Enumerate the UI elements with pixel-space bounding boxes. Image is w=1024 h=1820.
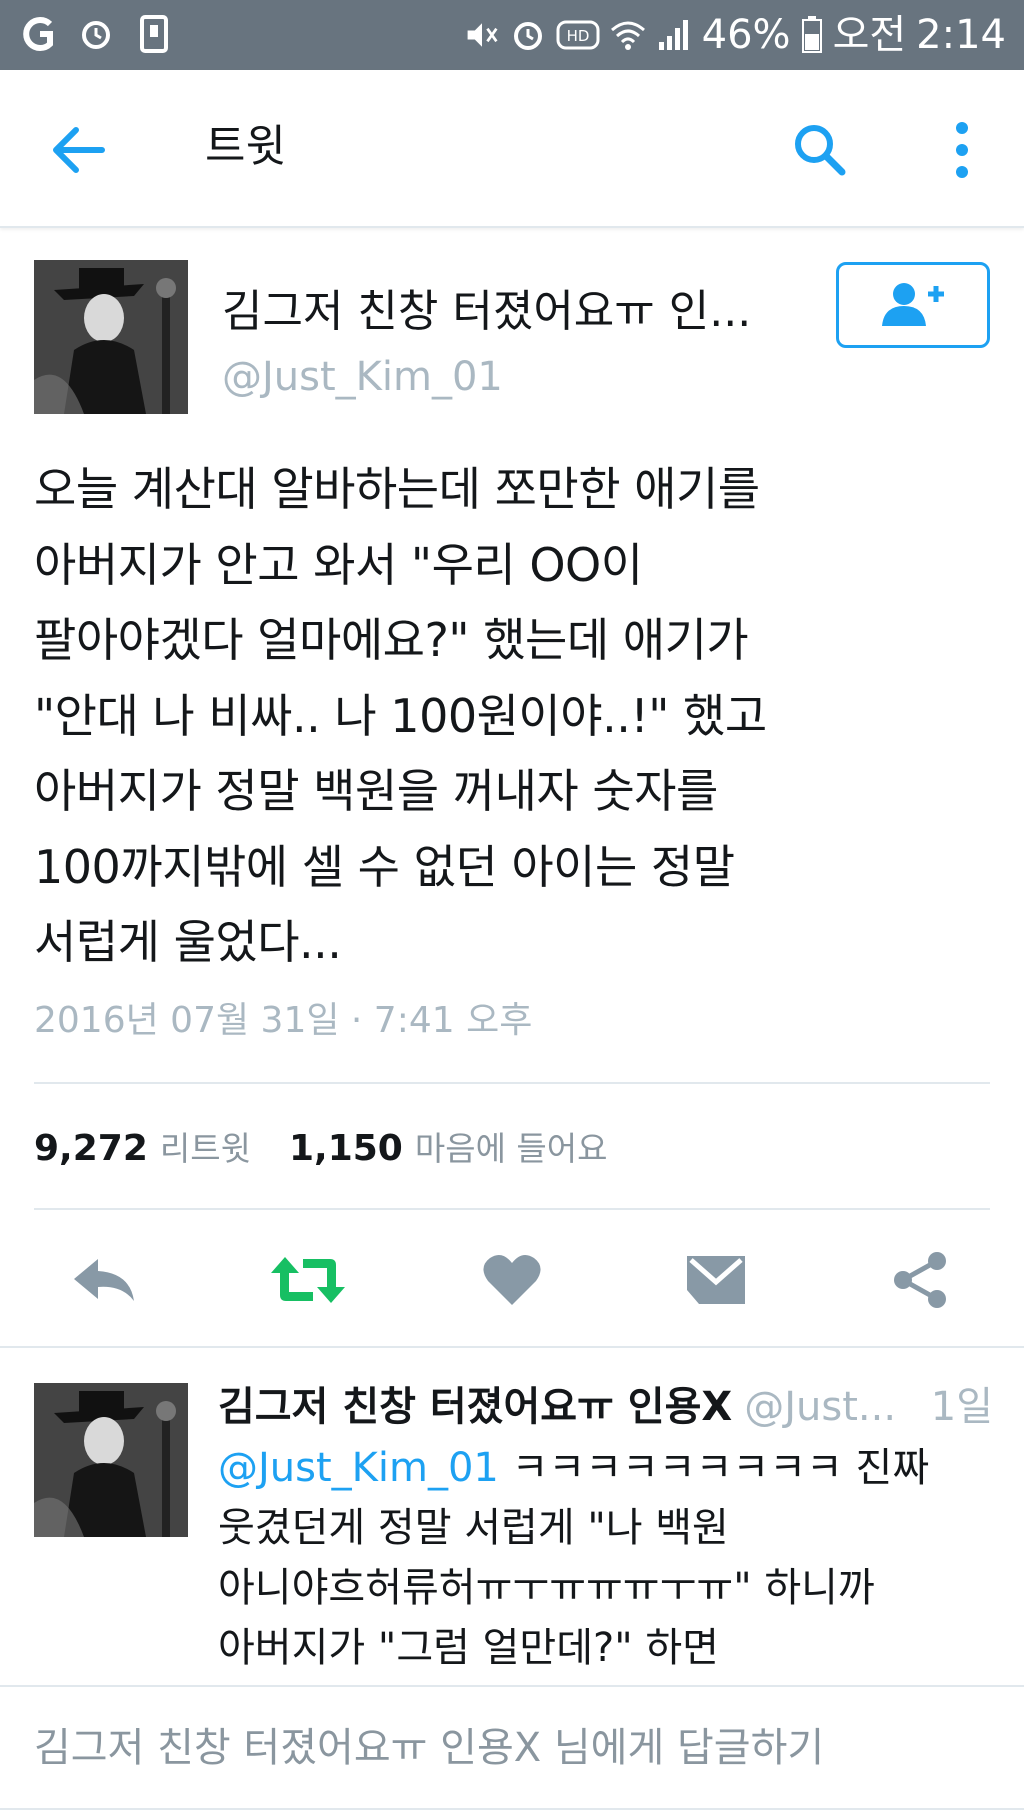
back-arrow-icon	[53, 127, 105, 173]
reply-button[interactable]	[64, 1240, 144, 1320]
clock-time: 2:14	[916, 12, 1006, 58]
direct-message-button[interactable]	[676, 1240, 756, 1320]
tweet-stats: 9,272 리트윗 1,150 마음에 들어요	[34, 1120, 646, 1178]
status-left-icons	[20, 14, 172, 54]
reply-author-name: 김그저 친창 터졌어요ㅠ 인용X	[218, 1384, 733, 1430]
retweet-label: 리트윗	[159, 1129, 251, 1168]
share-icon	[894, 1252, 946, 1308]
reply-mention[interactable]: @Just_Kim_01	[218, 1445, 499, 1491]
follow-button[interactable]	[836, 262, 990, 348]
reply-time: 1일	[930, 1384, 993, 1430]
avatar[interactable]	[34, 260, 188, 414]
status-right-icons: HD 46% 오전 2:14	[464, 10, 1006, 60]
retweet-icon	[271, 1257, 345, 1303]
like-count[interactable]: 1,150	[289, 1120, 403, 1178]
battery-percent: 46%	[701, 12, 791, 58]
signal-icon	[656, 15, 692, 55]
tweet-actions	[0, 1240, 1024, 1320]
more-options-button[interactable]	[944, 118, 980, 182]
search-button[interactable]	[790, 120, 850, 180]
search-icon	[795, 125, 846, 176]
reply-input[interactable]: 김그저 친창 터졌어요ㅠ 인용X 님에게 답글하기	[34, 1718, 824, 1778]
battery-icon	[801, 15, 823, 55]
reply-text[interactable]: @Just_Kim_01 ㅋㅋㅋㅋㅋㅋㅋㅋㅋ 진짜 웃겼던게 정말 서럽게 "나…	[218, 1438, 998, 1678]
divider	[34, 1082, 990, 1084]
divider	[0, 1346, 1024, 1348]
envelope-icon	[687, 1256, 745, 1304]
clock-period: 오전	[832, 12, 907, 58]
status-bar: HD 46% 오전 2:14	[0, 0, 1024, 70]
mute-icon	[464, 15, 500, 55]
more-vertical-icon	[956, 122, 968, 178]
alarm-icon	[510, 15, 546, 55]
app-bar: 트윗	[0, 70, 1024, 228]
heart-icon	[483, 1254, 541, 1305]
author-name[interactable]: 김그저 친창 터졌어요ㅠ 인...	[222, 282, 802, 342]
alarm-icon	[78, 14, 114, 54]
reply-author-handle: @Just...	[744, 1384, 897, 1430]
like-label: 마음에 들어요	[414, 1129, 608, 1168]
divider	[34, 1208, 990, 1210]
hd-voice-icon: HD	[556, 15, 600, 55]
reply-avatar[interactable]	[34, 1383, 188, 1537]
phone-icon	[136, 14, 172, 54]
divider	[0, 1685, 1024, 1687]
reply-icon	[74, 1259, 134, 1301]
g-app-icon	[20, 14, 56, 54]
author-handle[interactable]: @Just_Kim_01	[222, 350, 503, 404]
page-title: 트윗	[205, 121, 286, 172]
wifi-icon	[610, 15, 646, 55]
back-button[interactable]	[50, 122, 110, 178]
divider	[0, 1808, 1024, 1810]
retweet-button[interactable]	[268, 1240, 348, 1320]
tweet-timestamp: 2016년 07월 31일 · 7:41 오후	[34, 1000, 533, 1041]
share-button[interactable]	[880, 1240, 960, 1320]
svg-text:HD: HD	[566, 27, 589, 45]
like-button[interactable]	[472, 1240, 552, 1320]
add-user-icon	[882, 283, 944, 326]
retweet-count[interactable]: 9,272	[34, 1120, 148, 1178]
reply-header[interactable]: 김그저 친창 터졌어요ㅠ 인용X @Just... 1일	[218, 1378, 993, 1436]
tweet-text: 오늘 계산대 알바하는데 쪼만한 애기를 아버지가 안고 와서 "우리 OO이 …	[34, 462, 767, 969]
